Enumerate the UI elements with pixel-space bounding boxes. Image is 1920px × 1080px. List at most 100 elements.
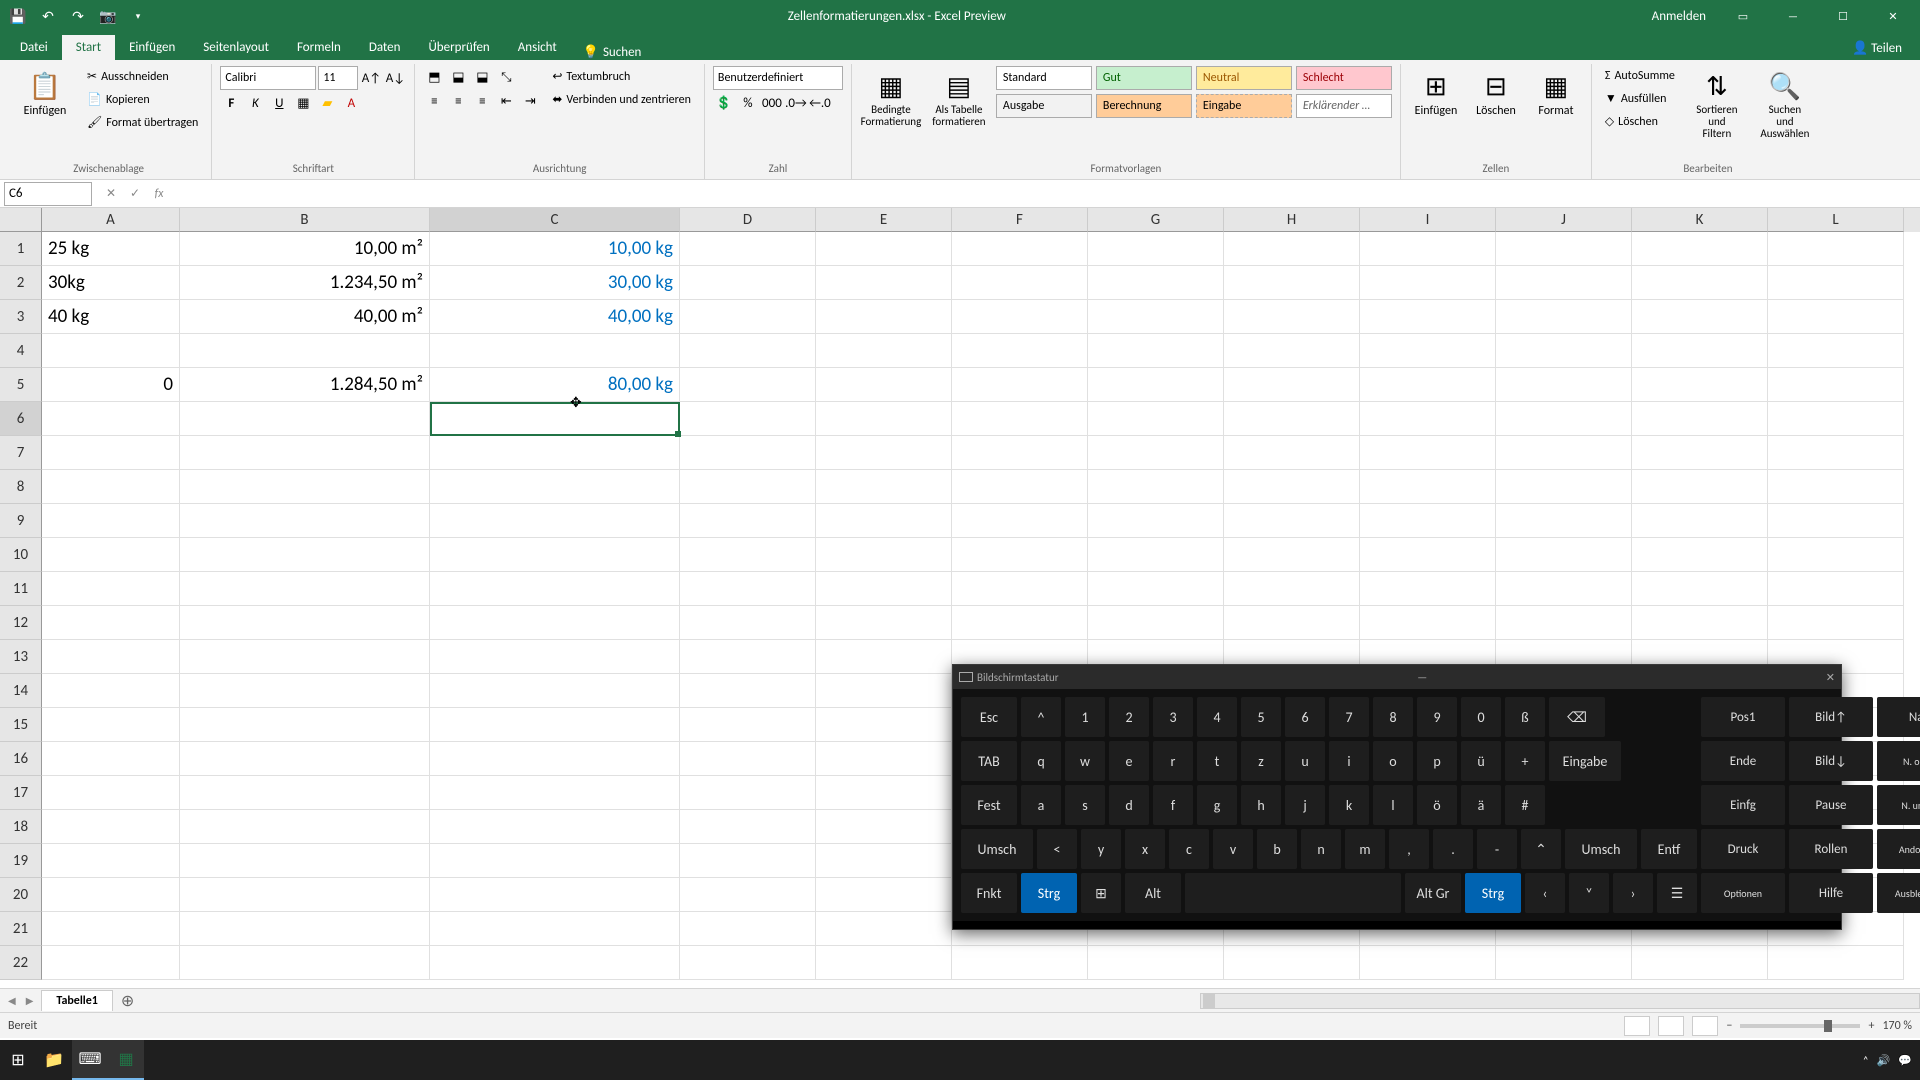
cell[interactable] — [680, 912, 816, 946]
increase-decimal-icon[interactable]: .0→ — [785, 92, 807, 114]
cell[interactable] — [430, 912, 680, 946]
cell[interactable] — [1768, 504, 1904, 538]
cell[interactable] — [42, 334, 180, 368]
tab-view[interactable]: Ansicht — [504, 35, 571, 60]
cell-style-ausgabe[interactable]: Ausgabe — [996, 94, 1092, 118]
cell[interactable]: 10,00 kg — [430, 232, 680, 266]
row-header[interactable]: 3 — [0, 300, 42, 334]
cell[interactable] — [816, 436, 952, 470]
start-button[interactable]: ⊞ — [0, 1040, 36, 1080]
osk-key[interactable]: Strg — [1465, 873, 1521, 913]
sheet-tab[interactable]: Tabelle1 — [41, 990, 112, 1011]
cell[interactable]: 1.234,50 m² — [180, 266, 430, 300]
cell[interactable] — [816, 708, 952, 742]
cell[interactable] — [1768, 946, 1904, 980]
cell[interactable] — [1768, 402, 1904, 436]
fill-button[interactable]: ▼ Ausfüllen — [1600, 88, 1680, 109]
zoom-out-icon[interactable]: − — [1726, 1019, 1732, 1033]
add-sheet-button[interactable]: ⊕ — [113, 991, 142, 1011]
align-middle-icon[interactable]: ⬓ — [447, 66, 469, 88]
cell[interactable] — [816, 504, 952, 538]
osk-key[interactable]: 3 — [1153, 697, 1193, 737]
cell[interactable] — [1088, 402, 1224, 436]
column-header[interactable]: G — [1088, 208, 1224, 232]
cell-style-neutral[interactable]: Neutral — [1196, 66, 1292, 90]
align-right-icon[interactable]: ≡ — [471, 90, 493, 112]
font-color-button[interactable]: A — [340, 92, 362, 114]
maximize-icon[interactable]: ☐ — [1820, 2, 1866, 30]
osk-side-key[interactable]: N. oben — [1877, 741, 1920, 781]
osk-key[interactable]: 5 — [1241, 697, 1281, 737]
tell-me-search[interactable]: 💡Suchen — [583, 45, 642, 60]
merge-center-button[interactable]: ⬌ Verbinden und zentrieren — [547, 89, 696, 110]
cell[interactable] — [1496, 436, 1632, 470]
cell[interactable] — [430, 810, 680, 844]
column-header[interactable]: I — [1360, 208, 1496, 232]
osk-key[interactable]: k — [1329, 785, 1369, 825]
row-header[interactable]: 13 — [0, 640, 42, 674]
cell[interactable] — [180, 402, 430, 436]
row-header[interactable]: 14 — [0, 674, 42, 708]
cell[interactable] — [816, 368, 952, 402]
cell[interactable]: 40,00 m² — [180, 300, 430, 334]
cell[interactable] — [180, 946, 430, 980]
row-header[interactable]: 20 — [0, 878, 42, 912]
cell[interactable] — [680, 640, 816, 674]
osk-key[interactable]: o — [1373, 741, 1413, 781]
column-header[interactable]: L — [1768, 208, 1904, 232]
osk-key[interactable]: ß — [1505, 697, 1545, 737]
cell[interactable] — [1496, 606, 1632, 640]
cell[interactable] — [180, 742, 430, 776]
cell[interactable] — [1088, 368, 1224, 402]
orientation-icon[interactable]: ⤡ — [495, 66, 517, 88]
osk-key[interactable]: Alt — [1125, 873, 1181, 913]
osk-key[interactable]: 7 — [1329, 697, 1369, 737]
cell[interactable] — [680, 402, 816, 436]
osk-key[interactable]: p — [1417, 741, 1457, 781]
cell[interactable] — [1632, 504, 1768, 538]
increase-indent-icon[interactable]: ⇥ — [519, 90, 541, 112]
cell[interactable] — [1632, 572, 1768, 606]
cell[interactable] — [180, 708, 430, 742]
on-screen-keyboard[interactable]: Bildschirmtastatur — ✕ Esc^1234567890ß⌫T… — [952, 664, 1842, 930]
osk-key[interactable]: r — [1153, 741, 1193, 781]
format-painter-button[interactable]: 🖌 Format übertragen — [82, 112, 203, 133]
osk-key[interactable]: Umsch — [1565, 829, 1637, 869]
cell[interactable] — [1224, 334, 1360, 368]
cell[interactable] — [1768, 538, 1904, 572]
cell[interactable]: 1.284,50 m² — [180, 368, 430, 402]
autosum-button[interactable]: Σ AutoSumme — [1600, 66, 1680, 86]
osk-key[interactable]: Umsch — [961, 829, 1033, 869]
cell[interactable] — [1768, 368, 1904, 402]
cell[interactable] — [680, 776, 816, 810]
osk-key[interactable]: 2 — [1109, 697, 1149, 737]
cell[interactable] — [1088, 266, 1224, 300]
cell[interactable] — [42, 946, 180, 980]
cell[interactable] — [680, 572, 816, 606]
column-header[interactable]: C — [430, 208, 680, 232]
cell[interactable]: 80,00 kg — [430, 368, 680, 402]
find-select-button[interactable]: 🔍Suchen und Auswählen — [1754, 66, 1816, 144]
format-as-table-button[interactable]: ▤Als Tabelle formatieren — [928, 66, 990, 132]
zoom-in-icon[interactable]: + — [1868, 1019, 1874, 1033]
cell[interactable] — [1360, 946, 1496, 980]
cell[interactable] — [1768, 470, 1904, 504]
osk-key[interactable]: Fest — [961, 785, 1017, 825]
cell[interactable] — [816, 810, 952, 844]
cell[interactable] — [42, 572, 180, 606]
cell[interactable] — [430, 504, 680, 538]
osk-key[interactable]: q — [1021, 741, 1061, 781]
enter-formula-icon[interactable]: ✓ — [124, 183, 146, 205]
osk-key[interactable]: . — [1433, 829, 1473, 869]
cell[interactable] — [680, 266, 816, 300]
osk-key[interactable]: e — [1109, 741, 1149, 781]
column-header[interactable]: E — [816, 208, 952, 232]
cell[interactable] — [1768, 334, 1904, 368]
row-header[interactable]: 17 — [0, 776, 42, 810]
osk-key[interactable]: n — [1301, 829, 1341, 869]
cell[interactable] — [816, 640, 952, 674]
osk-side-key[interactable]: Bild↑ — [1789, 697, 1873, 737]
row-header[interactable]: 4 — [0, 334, 42, 368]
cell[interactable] — [1768, 232, 1904, 266]
column-header[interactable]: B — [180, 208, 430, 232]
